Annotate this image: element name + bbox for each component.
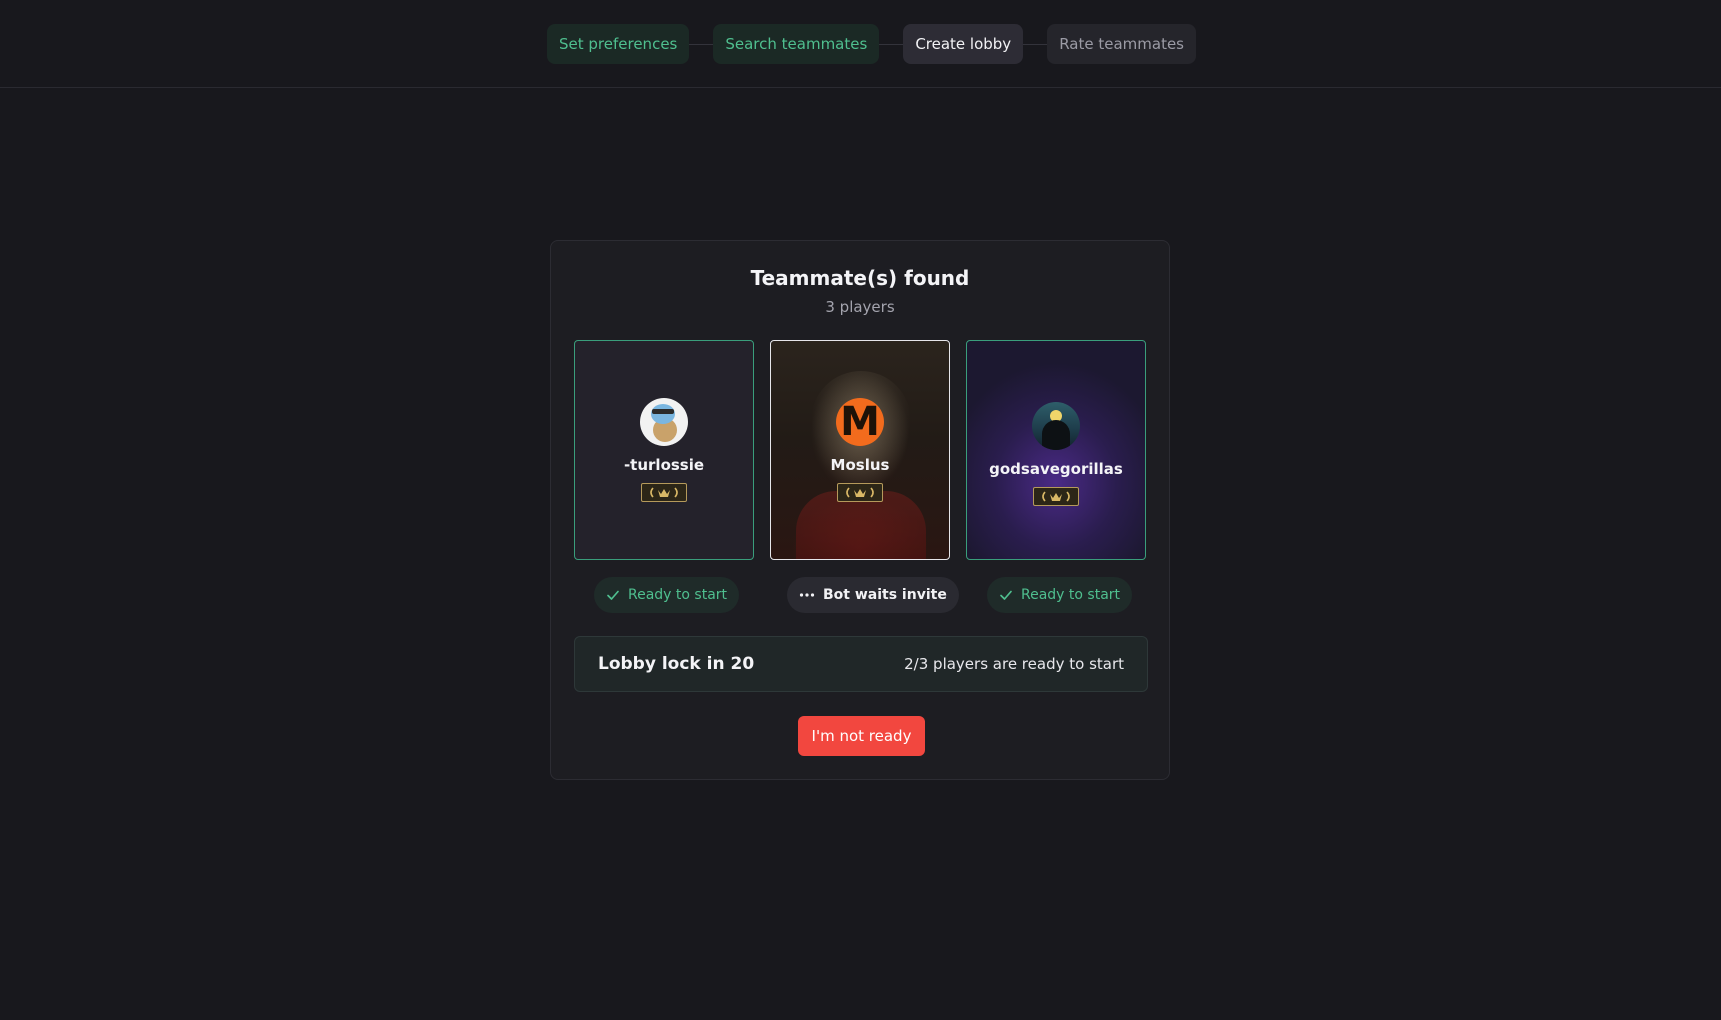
check-icon [606, 588, 620, 602]
step-set-preferences[interactable]: Set preferences [547, 24, 690, 64]
night-figure-avatar-icon [1032, 402, 1080, 450]
squirtle-avatar-icon [640, 398, 688, 446]
rank-laurel-icon [837, 483, 883, 502]
status-badge-waiting: Bot waits invite [787, 577, 959, 613]
not-ready-button[interactable]: I'm not ready [798, 716, 925, 756]
step-rate-teammates[interactable]: Rate teammates [1047, 24, 1196, 64]
rank-laurel-icon [1033, 487, 1079, 506]
player-card-turlossie[interactable]: -turlossie [574, 340, 754, 560]
player-name: Moslus [830, 456, 890, 474]
progress-stepper: Set preferences Search teammates Create … [547, 24, 1196, 64]
lobby-lock-bar: Lobby lock in 20 2/3 players are ready t… [574, 636, 1148, 692]
check-icon [999, 588, 1013, 602]
player-card-moslus[interactable]: M Moslus [770, 340, 950, 560]
step-connector [689, 43, 714, 45]
status-text: Bot waits invite [823, 587, 947, 603]
ready-count: 2/3 players are ready to start [904, 655, 1124, 673]
player-name: godsavegorillas [989, 460, 1123, 478]
step-search-teammates[interactable]: Search teammates [713, 24, 880, 64]
m-logo-avatar-icon: M [836, 398, 884, 446]
rank-laurel-icon [641, 483, 687, 502]
status-text: Ready to start [628, 587, 728, 603]
step-create-lobby[interactable]: Create lobby [903, 24, 1024, 64]
player-cards: -turlossie M Moslus godsavegorillas [574, 340, 1148, 560]
ellipsis-icon [799, 588, 815, 602]
player-name: -turlossie [623, 456, 705, 474]
status-badge-ready: Ready to start [594, 577, 740, 613]
step-connector [1023, 43, 1048, 45]
step-connector [879, 43, 904, 45]
player-count: 3 players [825, 298, 895, 316]
card-title: Teammate(s) found [750, 266, 970, 290]
player-card-godsavegorillas[interactable]: godsavegorillas [966, 340, 1146, 560]
status-text: Ready to start [1021, 587, 1121, 603]
lobby-lock-countdown: Lobby lock in 20 [598, 654, 755, 674]
top-bar: Set preferences Search teammates Create … [0, 0, 1721, 88]
status-badge-ready: Ready to start [987, 577, 1133, 613]
teammates-found-card: Teammate(s) found 3 players -turlossie M… [550, 240, 1170, 780]
